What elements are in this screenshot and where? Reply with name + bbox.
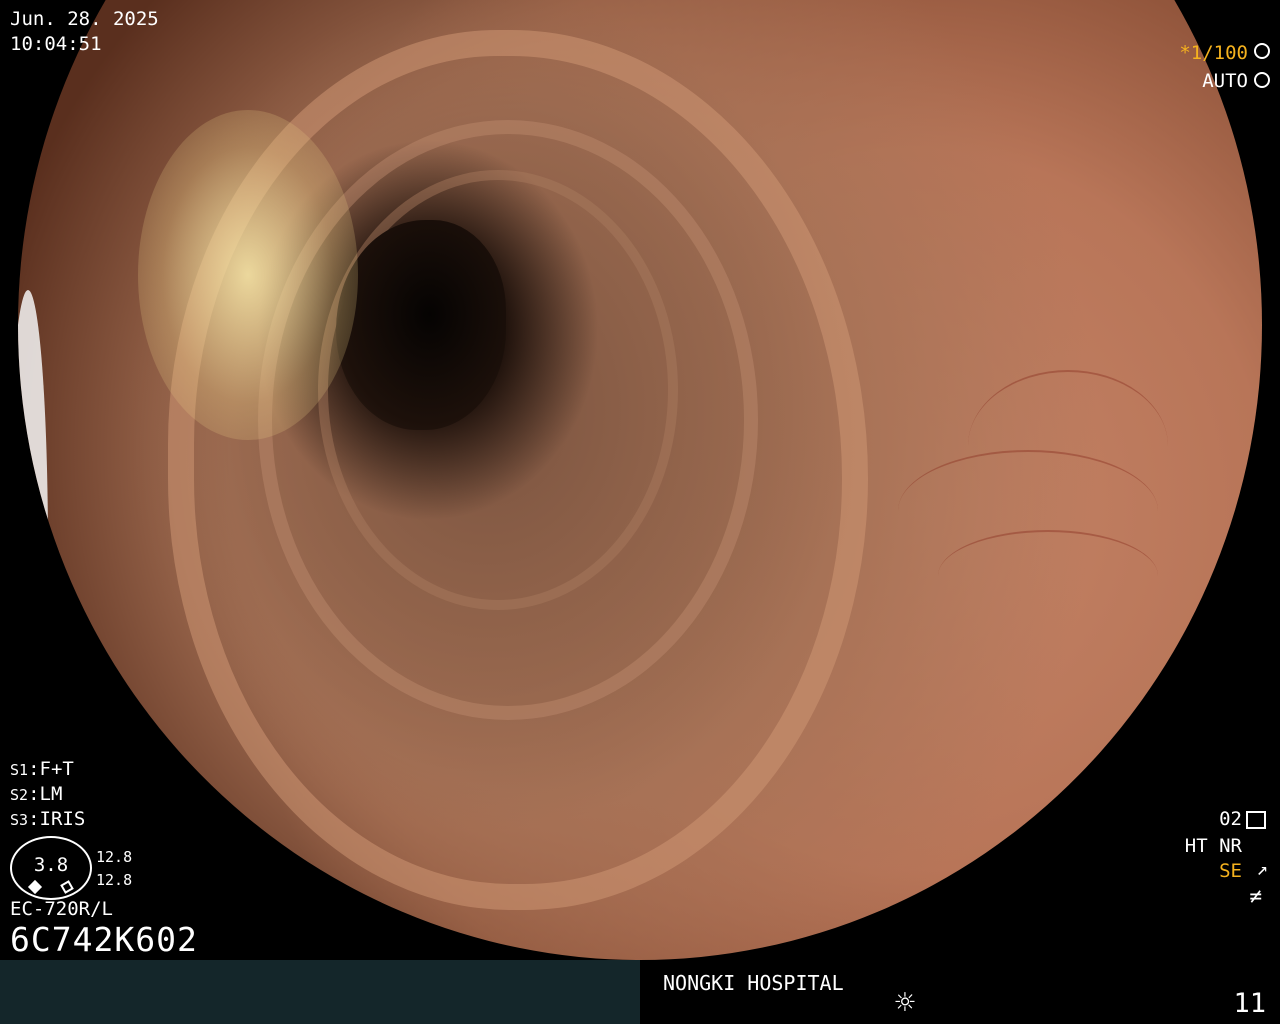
setting-s2-key: S2: [10, 786, 29, 804]
hospital-name: NONGKI HOSPITAL: [663, 971, 844, 995]
gauge-top-reading: 12.8: [96, 848, 133, 866]
scope-serial: 6C742K602: [10, 920, 198, 959]
se-label: SE: [1219, 860, 1242, 882]
bowel-lumen: [336, 220, 506, 430]
light-reflection: [138, 110, 358, 440]
bottom-bar-left: [0, 960, 640, 1024]
edge-reflection: [18, 290, 48, 810]
gauge-value: 3.8: [33, 854, 69, 876]
frame-number: 11: [1233, 988, 1266, 1019]
setting-s3-key: S3: [10, 811, 29, 829]
sun-icon: ☼: [893, 988, 917, 1018]
auto-mode-label: AUTO: [1202, 70, 1248, 92]
endoscopic-image: [18, 0, 1262, 960]
setting-s1: S1:F+T: [10, 758, 74, 780]
setting-s3-value: IRIS: [39, 808, 86, 830]
blood-vessel: [938, 530, 1158, 622]
setting-s3: S3:IRIS: [10, 808, 86, 830]
shutter-speed: *1/100: [1179, 42, 1248, 64]
exam-time: 10:04:51: [10, 33, 102, 55]
diamond-icon: [27, 879, 43, 895]
structure-enhance-icon: ↗: [1256, 858, 1268, 880]
brightness-gauge: 3.8: [10, 836, 92, 900]
square-icon: [60, 880, 74, 894]
endoscopy-screen: Jun. 28. 2025 10:04:51 *1/100 AUTO S1:F+…: [0, 0, 1280, 1024]
not-equal-icon: ≠: [1249, 884, 1262, 908]
setting-s1-value: F+T: [39, 758, 74, 780]
auto-iris-icon: [1254, 72, 1270, 88]
exam-date: Jun. 28. 2025: [10, 8, 159, 30]
setting-s2: S2:LM: [10, 783, 63, 805]
blood-vessel: [968, 370, 1168, 522]
ht-nr-label: HT NR: [1184, 835, 1242, 857]
sliders-icon: [1246, 811, 1266, 829]
setting-s2-value: LM: [39, 783, 63, 805]
scope-model: EC-720R/L: [10, 898, 113, 920]
setting-s1-key: S1: [10, 761, 29, 779]
setting-code: 02: [1219, 808, 1242, 830]
shutter-icon: [1254, 43, 1270, 59]
gauge-bottom-reading: 12.8: [96, 871, 133, 889]
